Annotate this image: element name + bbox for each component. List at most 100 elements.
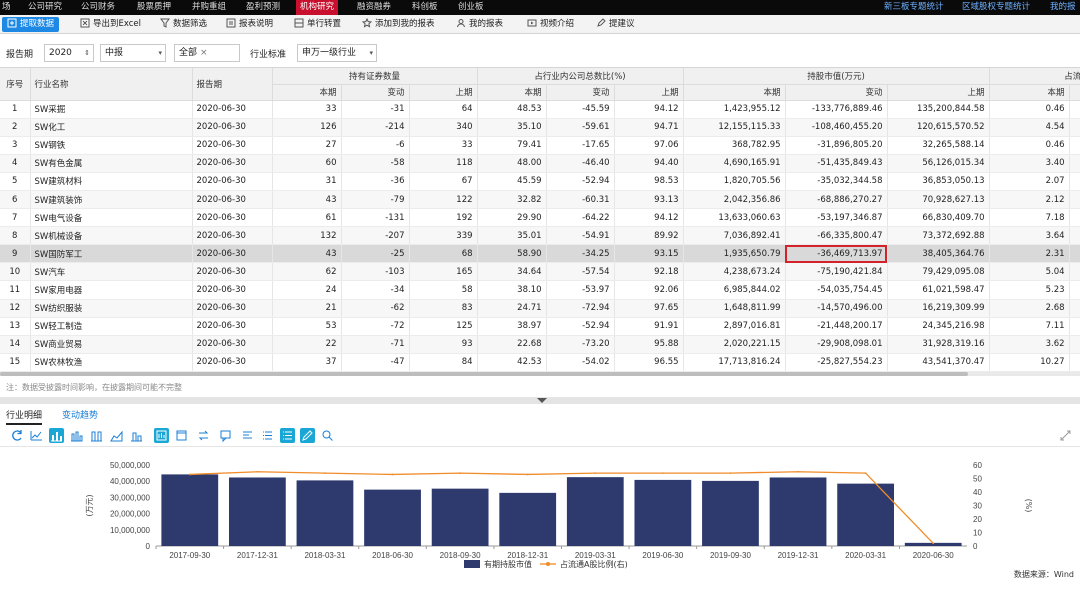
table-row[interactable]: 14 SW商业贸易 2020-06-30 22 -71 93 22.68 -73.20 95.8…: [0, 335, 1080, 354]
table-row[interactable]: 3 SW钢铁 2020-06-30 27 -6 33 79.41 -17.65 97.06 368…: [0, 136, 1080, 155]
header-seq[interactable]: 序号: [0, 68, 31, 101]
table-row[interactable]: 4 SW有色金属 2020-06-30 60 -58 118 48.00 -46.40 94.4…: [0, 154, 1080, 173]
cell-ratio-previous: 93.13: [614, 190, 684, 210]
chart-line-point: [729, 472, 732, 474]
cell-count-current: 37: [272, 353, 342, 372]
nav-item-equity-pledge[interactable]: 股票质押: [133, 0, 175, 15]
header-current[interactable]: 本期: [683, 84, 786, 101]
spinner-icon[interactable]: ⇕: [84, 45, 90, 61]
cell-industry: SW建筑材料: [30, 172, 193, 191]
table-row[interactable]: 11 SW家用电器 2020-06-30 24 -34 58 38.10 -53.97 92.0…: [0, 280, 1080, 300]
table-row[interactable]: 10 SW汽车 2020-06-30 62 -103 165 34.64 -57.54 92.1…: [0, 262, 1080, 282]
table-row[interactable]: 12 SW纺织服装 2020-06-30 21 -62 83 24.71 -72.94 97.6…: [0, 299, 1080, 318]
cell-count-current: 22: [272, 335, 342, 354]
header-change[interactable]: 变动: [785, 84, 888, 101]
cell-industry: SW汽车: [30, 262, 193, 282]
zoom-icon[interactable]: [320, 428, 335, 443]
header-current[interactable]: 本期: [989, 84, 1070, 101]
table-row[interactable]: 7 SW电气设备 2020-06-30 61 -131 192 29.90 -64.22 94.…: [0, 208, 1080, 228]
chevron-down-icon: ▾: [158, 49, 162, 57]
nav-link-regional-equity[interactable]: 区域股权专题统计: [962, 0, 1030, 15]
expand-icon[interactable]: [1058, 428, 1073, 443]
nav-link-neeq-stats[interactable]: 新三板专题统计: [884, 0, 944, 15]
header-industry-name[interactable]: 行业名称: [30, 68, 193, 101]
scope-select[interactable]: 全部 ×: [174, 44, 240, 62]
transpose-row-button[interactable]: 单行转置: [294, 17, 341, 32]
header-previous[interactable]: 上期: [887, 84, 990, 101]
header-current[interactable]: 本期: [272, 84, 342, 101]
export-excel-button[interactable]: 导出到Excel: [80, 17, 141, 32]
area-chart-icon[interactable]: [109, 428, 124, 443]
table-row[interactable]: 5 SW建筑材料 2020-06-30 31 -36 67 45.59 -52.94 98.53…: [0, 172, 1080, 191]
header-change[interactable]: 变动: [341, 84, 410, 101]
nav-item-company-finance[interactable]: 公司财务: [77, 0, 119, 15]
video-intro-button[interactable]: 视频介绍: [527, 17, 574, 32]
collapse-arrow-icon[interactable]: [537, 398, 547, 403]
axis-toggle-icon[interactable]: [174, 428, 189, 443]
table-row[interactable]: 2 SW化工 2020-06-30 126 -214 340 35.10 -59.61 94.7…: [0, 118, 1080, 137]
combo-chart-icon[interactable]: [154, 428, 169, 443]
tab-change-trend[interactable]: 变动趋势: [62, 408, 98, 423]
stacked-bar-icon[interactable]: [69, 428, 84, 443]
cell-ratio-current: 35.01: [477, 226, 547, 246]
table-row[interactable]: 13 SW轻工制造 2020-06-30 53 -72 125 38.97 -52.94 91.…: [0, 317, 1080, 336]
cell-ratio-current: 29.90: [477, 208, 547, 228]
suggestion-button[interactable]: 提建议: [596, 17, 635, 32]
half-select[interactable]: 中报 ▾: [100, 44, 166, 62]
comment-icon[interactable]: [218, 428, 233, 443]
horizontal-scrollbar[interactable]: [0, 372, 1080, 376]
table-row[interactable]: 9 SW国防军工 2020-06-30 43 -25 68 58.90 -34.25 93.15…: [0, 244, 1080, 264]
nav-item-profit-forecast[interactable]: 盈利预测: [242, 0, 284, 15]
chart-bar: [769, 477, 827, 546]
year-select[interactable]: 2020 ⇕: [44, 44, 94, 62]
report-description-button[interactable]: 报表说明: [226, 17, 273, 32]
fetch-data-button[interactable]: 提取数据: [2, 17, 60, 32]
cell-value-current: 1,423,955.12: [683, 100, 786, 119]
scrollbar-thumb[interactable]: [0, 372, 968, 376]
header-group-ratio: 占行业内公司总数比(%): [477, 68, 684, 85]
header-previous[interactable]: 上期: [409, 84, 478, 101]
cell-period: 2020-06-30: [192, 280, 273, 300]
my-reports-button[interactable]: 我的报表: [456, 17, 503, 32]
align-icon[interactable]: [240, 428, 255, 443]
table-row[interactable]: 1 SW采掘 2020-06-30 33 -31 64 48.53 -45.59 94.12 1,…: [0, 100, 1080, 119]
column-chart-icon[interactable]: [129, 428, 144, 443]
data-filter-button[interactable]: 数据筛选: [160, 17, 207, 32]
swap-icon[interactable]: [196, 428, 211, 443]
panel-splitter[interactable]: [0, 397, 1080, 404]
header-previous[interactable]: 上期: [614, 84, 684, 101]
header-current[interactable]: 本期: [477, 84, 547, 101]
nav-item-star-market[interactable]: 科创板: [408, 0, 442, 15]
table-row[interactable]: 8 SW机械设备 2020-06-30 132 -207 339 35.01 -54.91 89…: [0, 226, 1080, 246]
tab-industry-detail[interactable]: 行业明细: [6, 408, 43, 425]
refresh-icon[interactable]: [10, 428, 25, 443]
cell-ratio-current: 22.68: [477, 335, 547, 354]
bar-chart-icon[interactable]: [49, 428, 64, 443]
header-change[interactable]: 变动: [546, 84, 615, 101]
cell-value-change: -66,335,800.47: [785, 226, 888, 246]
cell-pad: [1069, 172, 1080, 191]
brush-icon[interactable]: [300, 428, 315, 443]
header-report-period[interactable]: 报告期: [192, 68, 273, 101]
nav-item-company-research[interactable]: 公司研究: [24, 0, 66, 15]
nav-item-institution-research[interactable]: 机构研究: [296, 0, 339, 15]
nav-link-my-reports[interactable]: 我的报: [1050, 0, 1076, 15]
percent-bar-icon[interactable]: [89, 428, 104, 443]
nav-item-margin[interactable]: 融资融券: [353, 0, 395, 15]
cell-seq: 14: [0, 335, 31, 354]
add-to-my-reports-button[interactable]: 添加到我的报表: [361, 17, 435, 32]
cell-value-current: 1,935,650.79: [683, 244, 786, 264]
nav-item-market[interactable]: 场: [0, 0, 15, 15]
cell-count-previous: 83: [409, 299, 478, 318]
legend-list-icon[interactable]: [280, 428, 295, 443]
nav-item-gem[interactable]: 创业板: [454, 0, 488, 15]
list-icon[interactable]: [260, 428, 275, 443]
x-tick-label: 2018-09-30: [440, 551, 481, 560]
industry-standard-select[interactable]: 申万一级行业 ▾: [297, 44, 377, 62]
table-row[interactable]: 15 SW农林牧渔 2020-06-30 37 -47 84 42.53 -54.02 96.5…: [0, 353, 1080, 372]
clear-icon[interactable]: ×: [200, 48, 208, 58]
table-row[interactable]: 6 SW建筑装饰 2020-06-30 43 -79 122 32.82 -60.31 93.1…: [0, 190, 1080, 210]
line-chart-icon[interactable]: [29, 428, 44, 443]
cell-ratio-current: 24.71: [477, 299, 547, 318]
nav-item-ma[interactable]: 并购重组: [188, 0, 230, 15]
